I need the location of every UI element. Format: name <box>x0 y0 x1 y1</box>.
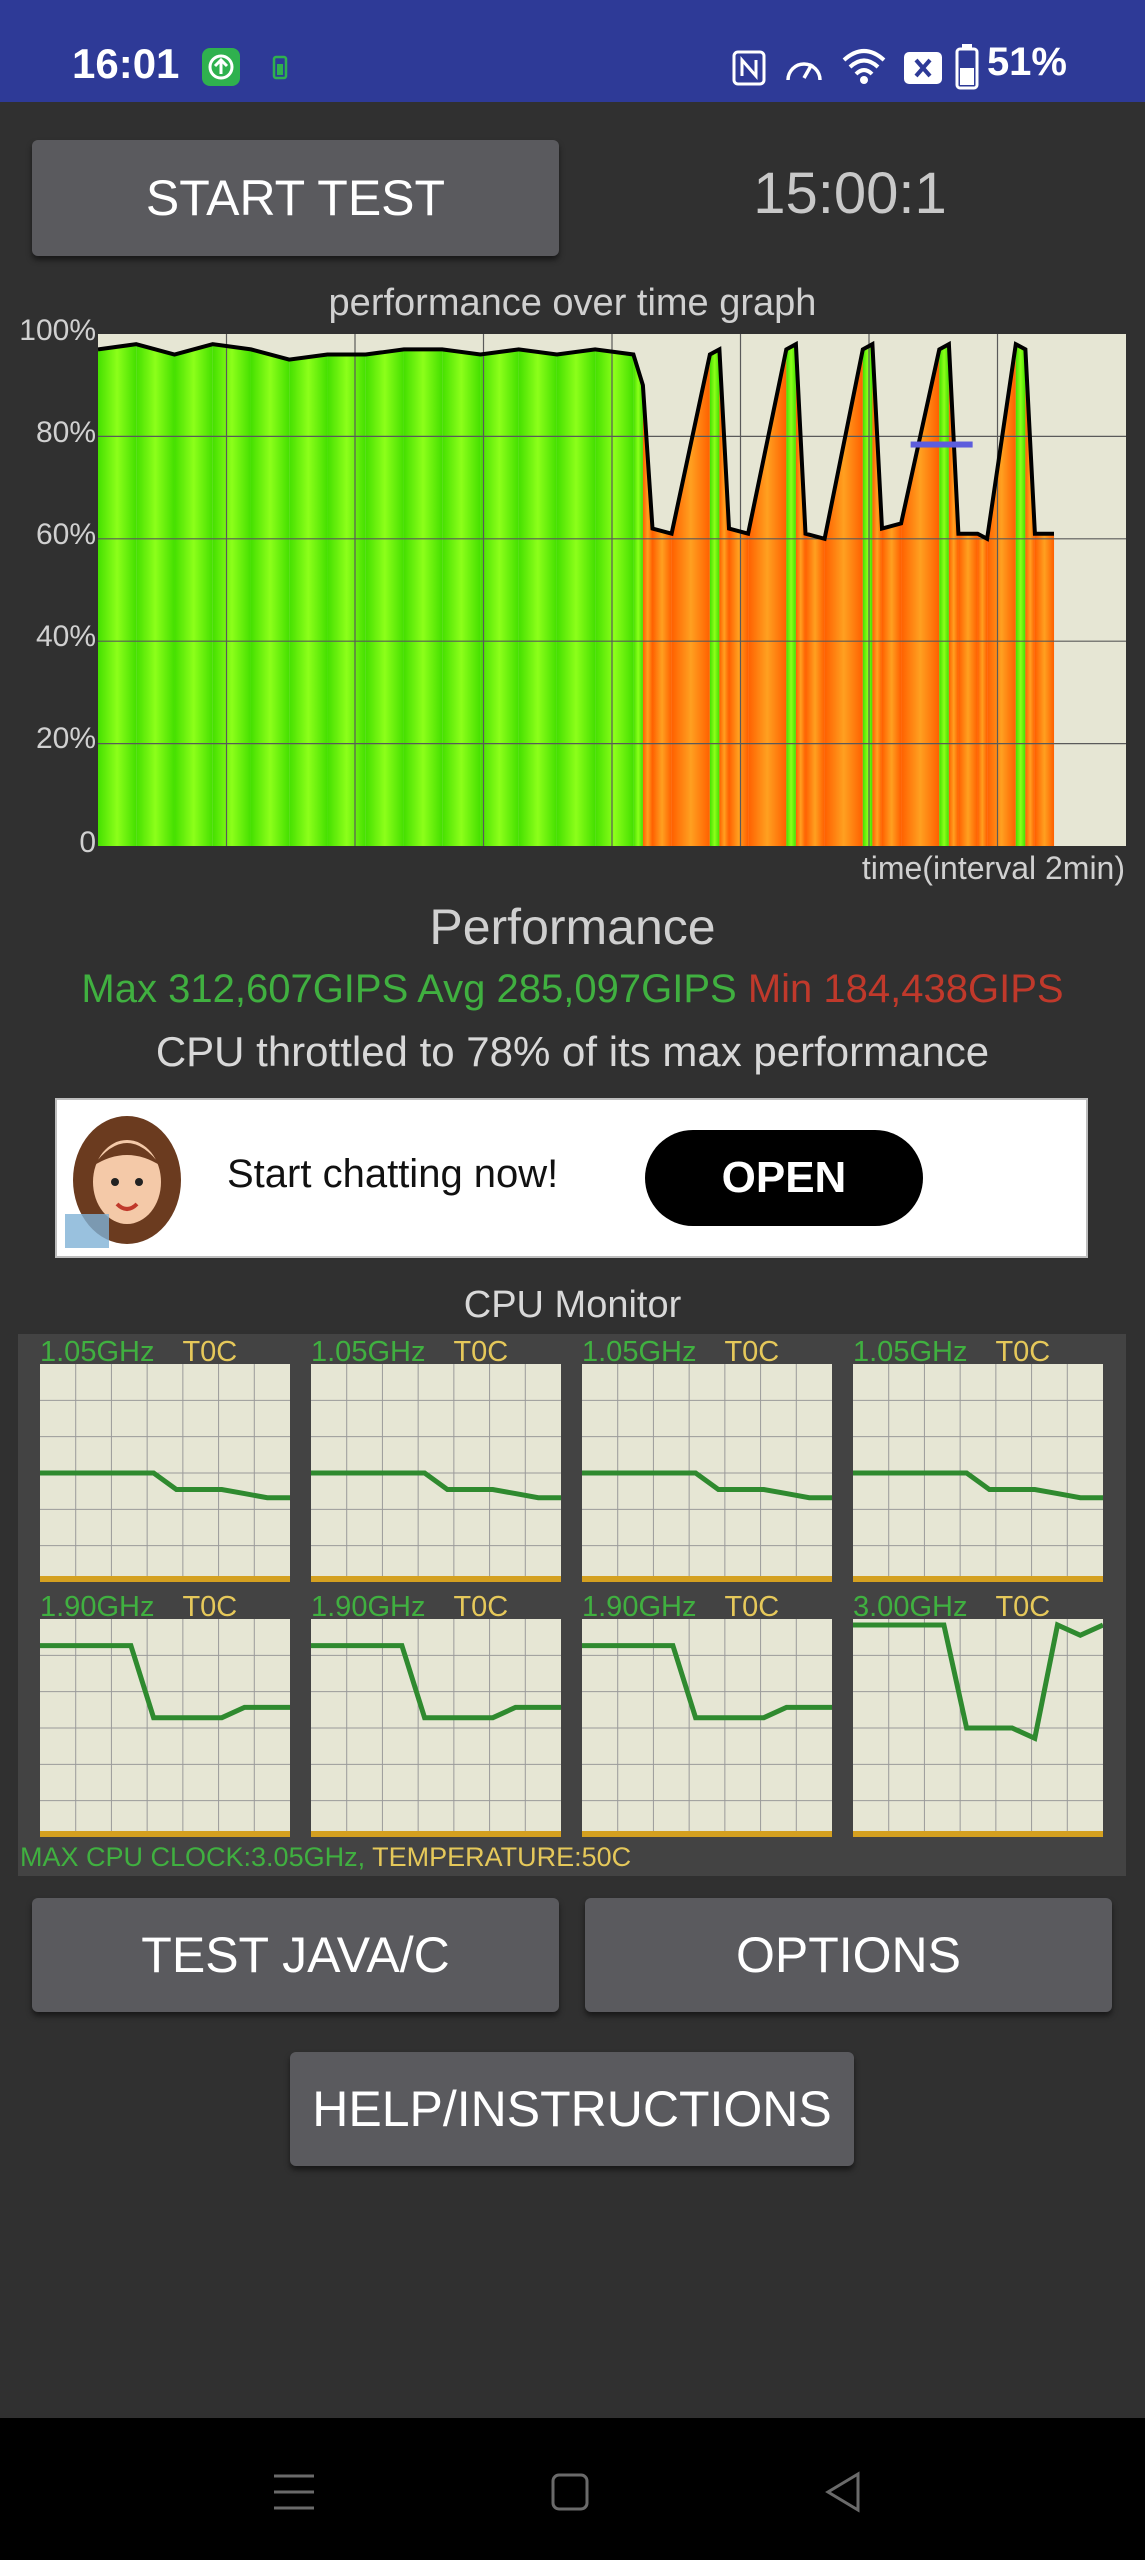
graph-area-segment <box>633 354 643 846</box>
graph-area-segment <box>1034 533 1055 846</box>
speedometer-icon <box>786 62 822 81</box>
graph-area-segment <box>174 344 213 846</box>
y-tick-20: 20% <box>35 722 96 755</box>
cpu-core-graph <box>582 1364 832 1582</box>
help-instructions-button[interactable]: HELP/INSTRUCTIONS <box>290 2052 854 2166</box>
min-stat: Min 184,438GIPS <box>747 967 1064 1011</box>
graph-title: performance over time graph <box>328 282 817 324</box>
graph-area-segment <box>403 349 443 846</box>
graph-area-segment <box>595 349 634 846</box>
y-tick-100: 100% <box>19 314 96 347</box>
menu-icon[interactable] <box>272 2472 316 2512</box>
nfc-icon <box>732 50 766 86</box>
graph-area-segment <box>556 349 596 846</box>
cpu-core-graph <box>40 1619 290 1837</box>
cpu-core-graph <box>311 1364 561 1582</box>
graph-area-segment <box>365 349 404 846</box>
performance-title: Performance <box>429 899 716 955</box>
y-tick-0: 0 <box>79 826 96 859</box>
options-button[interactable]: OPTIONS <box>585 1898 1112 2012</box>
graph-area-segment <box>862 344 873 846</box>
ad-text: Start chatting now! <box>227 1152 559 1196</box>
status-time: 16:01 <box>72 40 180 87</box>
graph-marker <box>910 441 973 448</box>
battery-icon <box>955 44 979 90</box>
battery-small-icon <box>272 55 288 80</box>
y-tick-80: 80% <box>35 416 96 449</box>
start-test-button[interactable]: START TEST <box>32 140 559 256</box>
graph-area-segment <box>327 354 366 846</box>
graph-area-segment <box>98 344 137 846</box>
graph-area-segment <box>136 344 175 846</box>
cpu-core-graph <box>853 1364 1103 1582</box>
graph-area-segment <box>518 349 557 846</box>
performance-stats: Max 312,607GIPS Avg 285,097GIPS Min 184,… <box>0 967 1145 1012</box>
graph-area-segment <box>442 349 481 846</box>
ad-open-button[interactable]: OPEN <box>645 1130 923 1226</box>
graph-area-segment <box>652 528 672 846</box>
app-update-icon <box>202 48 240 86</box>
battery-percent: 51% <box>986 40 1067 84</box>
graph-area-segment <box>977 533 988 846</box>
back-icon[interactable] <box>822 2470 862 2514</box>
y-tick-60: 60% <box>35 518 96 551</box>
graph-area-segment <box>728 528 749 846</box>
wifi-icon <box>842 49 886 84</box>
graph-area-segment <box>939 344 949 846</box>
graph-area-segment <box>250 349 290 846</box>
sim-off-icon <box>904 52 942 84</box>
max-cpu-clock: MAX CPU CLOCK:3.05GHz, <box>20 1842 366 1872</box>
cpu-monitor-footer: MAX CPU CLOCK:3.05GHz, TEMPERATURE:50C <box>20 1842 631 1873</box>
graph-area-segment <box>212 344 251 846</box>
cpu-core-graph <box>311 1619 561 1837</box>
graph-area-segment <box>480 349 519 846</box>
home-icon[interactable] <box>550 2472 590 2512</box>
cpu-monitor-panel: 1.05GHz T0C 1.05GHz T0C 1.05GHz T0C 1.05GHz T0C… <box>18 1334 1126 1876</box>
test-java-c-button[interactable]: TEST JAVA/C <box>32 1898 559 2012</box>
ad-avatar <box>65 1110 185 1248</box>
test-timer: 15:00:1 <box>753 161 947 226</box>
graph-area-segment <box>881 523 902 846</box>
cpu-monitor-title: CPU Monitor <box>463 1284 682 1326</box>
graph-area-segment <box>805 533 825 846</box>
graph-area-segment <box>1015 344 1026 846</box>
throttle-text: CPU throttled to 78% of its max performa… <box>155 1028 990 1075</box>
cpu-core-graph <box>40 1364 290 1582</box>
cpu-core-graph <box>582 1619 832 1837</box>
graph-area-segment <box>709 349 720 846</box>
cpu-core-graph <box>853 1619 1103 1837</box>
max-stat: Max 312,607GIPS <box>81 967 409 1011</box>
cpu-temperature: TEMPERATURE:50C <box>372 1842 632 1872</box>
graph-area-segment <box>786 344 796 846</box>
avg-stat: Avg 285,097GIPS <box>417 967 737 1011</box>
graph-area-segment <box>958 533 978 846</box>
navigation-bar <box>0 2418 1145 2560</box>
y-tick-40: 40% <box>35 620 96 653</box>
x-axis-label: time(interval 2min) <box>861 850 1125 886</box>
status-bar: 16:01 51% <box>0 0 1145 102</box>
performance-graph <box>98 334 1126 846</box>
ad-banner[interactable]: Start chatting now! OPEN <box>55 1098 1088 1258</box>
graph-area-segment <box>289 354 328 846</box>
